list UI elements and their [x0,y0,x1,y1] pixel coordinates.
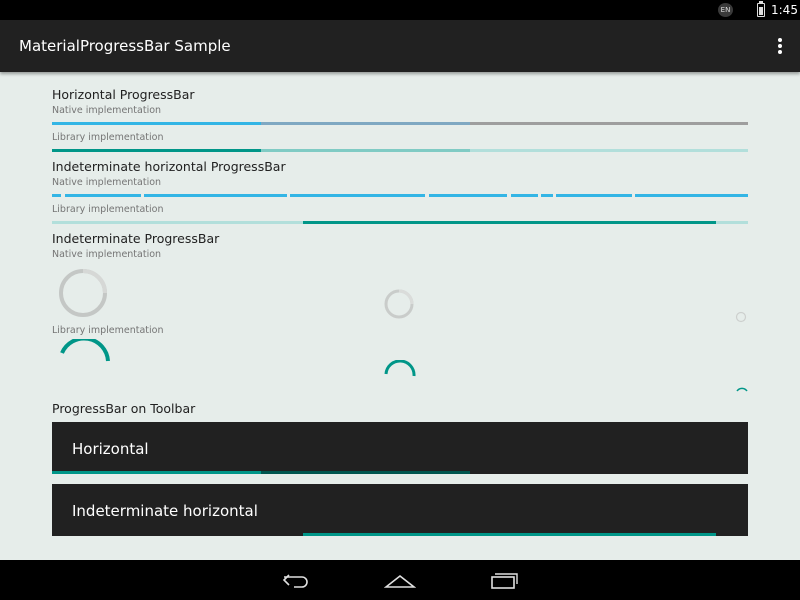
indeterminate-dash [511,194,538,197]
status-clock: 1:45 [771,3,798,17]
toolbar-horizontal-title: Horizontal [72,440,149,458]
library-spinner-small [736,387,748,392]
home-icon[interactable] [384,570,416,590]
indeterminate-dash [429,194,507,197]
library-indeterminate-horizontal-progressbar [52,221,748,224]
toolbar-indeterminate-horizontal: Indeterminate horizontal [52,484,748,536]
library-implementation-label: Library implementation [52,132,164,143]
toolbar-primary-progress [52,471,261,474]
toolbar-horizontal-progressbar [52,471,748,474]
library-implementation-label: Library implementation [52,325,164,336]
native-implementation-label: Native implementation [52,249,162,260]
toolbar-horizontal: Horizontal [52,422,748,474]
native-primary-progress [52,122,261,125]
library-spinner-large [60,339,110,362]
status-bar: EN 1:45 [0,0,800,20]
indeterminate-dash [52,194,61,197]
indeterminate-dash [556,194,632,197]
native-indeterminate-horizontal-progressbar [52,194,748,197]
overflow-menu-icon[interactable] [770,34,790,58]
section-title-indeterminate: Indeterminate ProgressBar [52,231,220,246]
section-title-indeterminate-horizontal: Indeterminate horizontal ProgressBar [52,159,286,174]
app-bar: MaterialProgressBar Sample [0,20,800,72]
native-spinner-small [735,311,747,323]
battery-charging-icon [757,1,765,17]
recents-icon[interactable] [488,570,520,590]
app-title: MaterialProgressBar Sample [19,37,231,55]
indeterminate-indicator [303,221,716,224]
library-horizontal-progressbar [52,149,748,152]
language-badge-icon: EN [718,3,733,17]
native-spinner-medium [384,289,414,319]
indeterminate-dash [541,194,553,197]
navigation-bar [0,560,800,600]
library-primary-progress [52,149,261,152]
library-spinner-medium [384,360,416,377]
section-title-horizontal: Horizontal ProgressBar [52,87,195,102]
native-horizontal-progressbar [52,122,748,125]
indeterminate-dash [65,194,141,197]
indeterminate-dash [290,194,425,197]
indeterminate-dash [635,194,748,197]
indeterminate-dash [144,194,287,197]
native-implementation-label: Native implementation [52,105,162,116]
toolbar-indeterminate-indicator [303,533,716,536]
library-implementation-label: Library implementation [52,204,164,215]
section-title-toolbar: ProgressBar on Toolbar [52,401,196,416]
native-spinner-large [59,269,107,317]
toolbar-indeterminate-title: Indeterminate horizontal [72,502,258,520]
native-implementation-label: Native implementation [52,177,162,188]
toolbar-indeterminate-progressbar [52,533,748,536]
back-icon[interactable] [280,570,312,590]
